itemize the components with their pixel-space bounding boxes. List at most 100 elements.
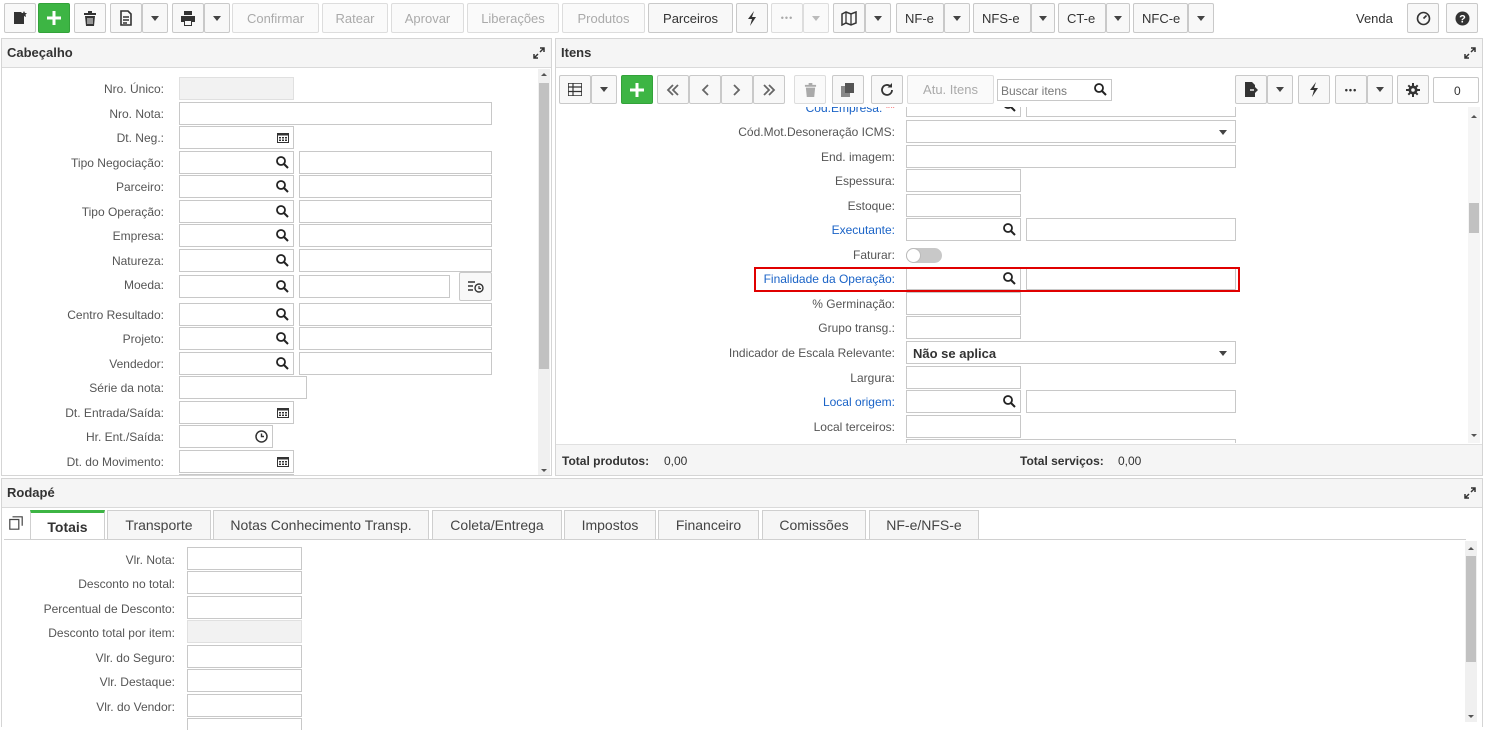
cod-empresa-code-input[interactable] <box>906 107 1021 117</box>
previous-record-button[interactable] <box>689 75 721 104</box>
largura-input[interactable] <box>906 366 1021 389</box>
confirmar-button[interactable]: Confirmar <box>232 3 319 33</box>
faturar-toggle[interactable] <box>906 248 942 263</box>
executante-desc-input[interactable] <box>1026 218 1236 241</box>
projeto-desc-input[interactable] <box>299 327 492 350</box>
vlr-vendor-input[interactable] <box>187 694 302 717</box>
tipo-operacao-desc-input[interactable] <box>299 200 492 223</box>
cod-empresa-desc-input[interactable] <box>1026 107 1236 117</box>
rodape-scroll-thumb[interactable] <box>1466 556 1476 662</box>
nfe-button[interactable]: NF-e <box>896 3 944 33</box>
copy-tabs-icon[interactable] <box>9 516 23 530</box>
dt-movimento-input[interactable] <box>179 450 294 473</box>
calendar-icon[interactable] <box>277 131 289 143</box>
end-imagem-input[interactable] <box>906 145 1236 168</box>
help-button[interactable]: ? <box>1446 3 1478 33</box>
ratear-button[interactable]: Ratear <box>322 3 388 33</box>
liberacoes-button[interactable]: Liberações <box>467 3 559 33</box>
scroll-down-icon[interactable] <box>538 466 550 476</box>
vendedor-code-input[interactable] <box>179 352 294 375</box>
items-more-dropdown-button[interactable] <box>1367 75 1393 104</box>
search-icon[interactable] <box>276 280 289 293</box>
cod-mot-desoneracao-select[interactable] <box>906 120 1236 143</box>
cabecalho-scroll-thumb[interactable] <box>539 83 549 369</box>
more-dropdown-button[interactable] <box>803 3 829 33</box>
vlr-nota-input[interactable] <box>187 547 302 570</box>
empresa-code-input[interactable] <box>179 224 294 247</box>
nfce-button[interactable]: NFC-e <box>1133 3 1188 33</box>
scroll-down-icon[interactable] <box>1465 712 1477 722</box>
settings-button[interactable] <box>1397 75 1429 104</box>
first-record-button[interactable] <box>657 75 689 104</box>
print-button[interactable] <box>172 3 204 33</box>
tab-coleta-entrega[interactable]: Coleta/Entrega <box>432 510 562 539</box>
natureza-code-input[interactable] <box>179 249 294 272</box>
local-origem-desc-input[interactable] <box>1026 390 1236 413</box>
tab-comissoes[interactable]: Comissões <box>762 510 866 539</box>
empresa-desc-input[interactable] <box>299 224 492 247</box>
copy-item-button[interactable] <box>832 75 864 104</box>
export-button[interactable] <box>1235 75 1267 104</box>
map-button[interactable] <box>833 3 865 33</box>
search-icon[interactable] <box>276 254 289 267</box>
itens-scrollbar[interactable] <box>1468 107 1480 443</box>
search-icon[interactable] <box>276 180 289 193</box>
add-item-button[interactable] <box>621 75 653 104</box>
estoque-input[interactable] <box>906 194 1021 217</box>
nfce-dropdown-button[interactable] <box>1188 3 1214 33</box>
search-icon[interactable] <box>276 357 289 370</box>
vlr-seguro-input[interactable] <box>187 645 302 668</box>
search-icon[interactable] <box>276 156 289 169</box>
vendedor-desc-input[interactable] <box>299 352 492 375</box>
tab-nfe-nfse[interactable]: NF-e/NFS-e <box>869 510 979 539</box>
export-dropdown-button[interactable] <box>1267 75 1293 104</box>
serie-nota-input[interactable] <box>179 376 307 399</box>
atu-itens-button[interactable]: Atu. Itens <box>907 75 994 104</box>
dt-entrada-saida-input[interactable] <box>179 401 294 424</box>
items-actions-button[interactable] <box>1298 75 1330 104</box>
moeda-desc-input[interactable] <box>299 275 450 298</box>
expand-icon[interactable] <box>1464 487 1476 499</box>
search-icon[interactable] <box>1003 107 1016 112</box>
next-rodape-field-input[interactable] <box>187 718 302 730</box>
germinacao-input[interactable] <box>906 292 1021 315</box>
natureza-desc-input[interactable] <box>299 249 492 272</box>
nfse-dropdown-button[interactable] <box>1031 3 1055 33</box>
scroll-up-icon[interactable] <box>1468 111 1480 121</box>
espessura-input[interactable] <box>906 169 1021 192</box>
search-icon[interactable] <box>276 308 289 321</box>
local-origem-label[interactable]: Local origem: <box>823 395 895 409</box>
search-icon[interactable] <box>276 229 289 242</box>
delete-button[interactable] <box>74 3 106 33</box>
parceiro-desc-input[interactable] <box>299 175 492 198</box>
next-item-field-input[interactable] <box>906 439 1236 443</box>
search-icon[interactable] <box>276 205 289 218</box>
map-dropdown-button[interactable] <box>865 3 891 33</box>
more-options-button[interactable]: ••• <box>771 3 803 33</box>
next-record-button[interactable] <box>721 75 753 104</box>
new-document-button[interactable] <box>4 3 36 33</box>
search-icon[interactable] <box>1094 83 1107 96</box>
centro-resultado-desc-input[interactable] <box>299 303 492 326</box>
vlr-destaque-input[interactable] <box>187 669 302 692</box>
search-icon[interactable] <box>1003 223 1016 236</box>
delete-item-button[interactable] <box>794 75 826 104</box>
projeto-code-input[interactable] <box>179 327 294 350</box>
items-more-button[interactable]: ••• <box>1335 75 1367 104</box>
hr-ent-saida-input[interactable] <box>179 425 273 448</box>
desconto-total-input[interactable] <box>187 571 302 594</box>
moeda-code-input[interactable] <box>179 275 294 298</box>
calendar-icon[interactable] <box>277 406 289 418</box>
cte-dropdown-button[interactable] <box>1106 3 1130 33</box>
parceiros-button[interactable]: Parceiros <box>648 3 733 33</box>
expand-icon[interactable] <box>533 47 545 59</box>
scroll-down-icon[interactable] <box>1468 431 1480 441</box>
print-dropdown-button[interactable] <box>204 3 230 33</box>
produtos-button[interactable]: Produtos <box>562 3 645 33</box>
executante-label[interactable]: Executante: <box>832 223 895 237</box>
tipo-negociacao-code-input[interactable] <box>179 151 294 174</box>
scroll-up-icon[interactable] <box>538 69 550 79</box>
rodape-scrollbar[interactable] <box>1465 541 1477 722</box>
scroll-up-icon[interactable] <box>1465 543 1477 553</box>
parceiro-code-input[interactable] <box>179 175 294 198</box>
